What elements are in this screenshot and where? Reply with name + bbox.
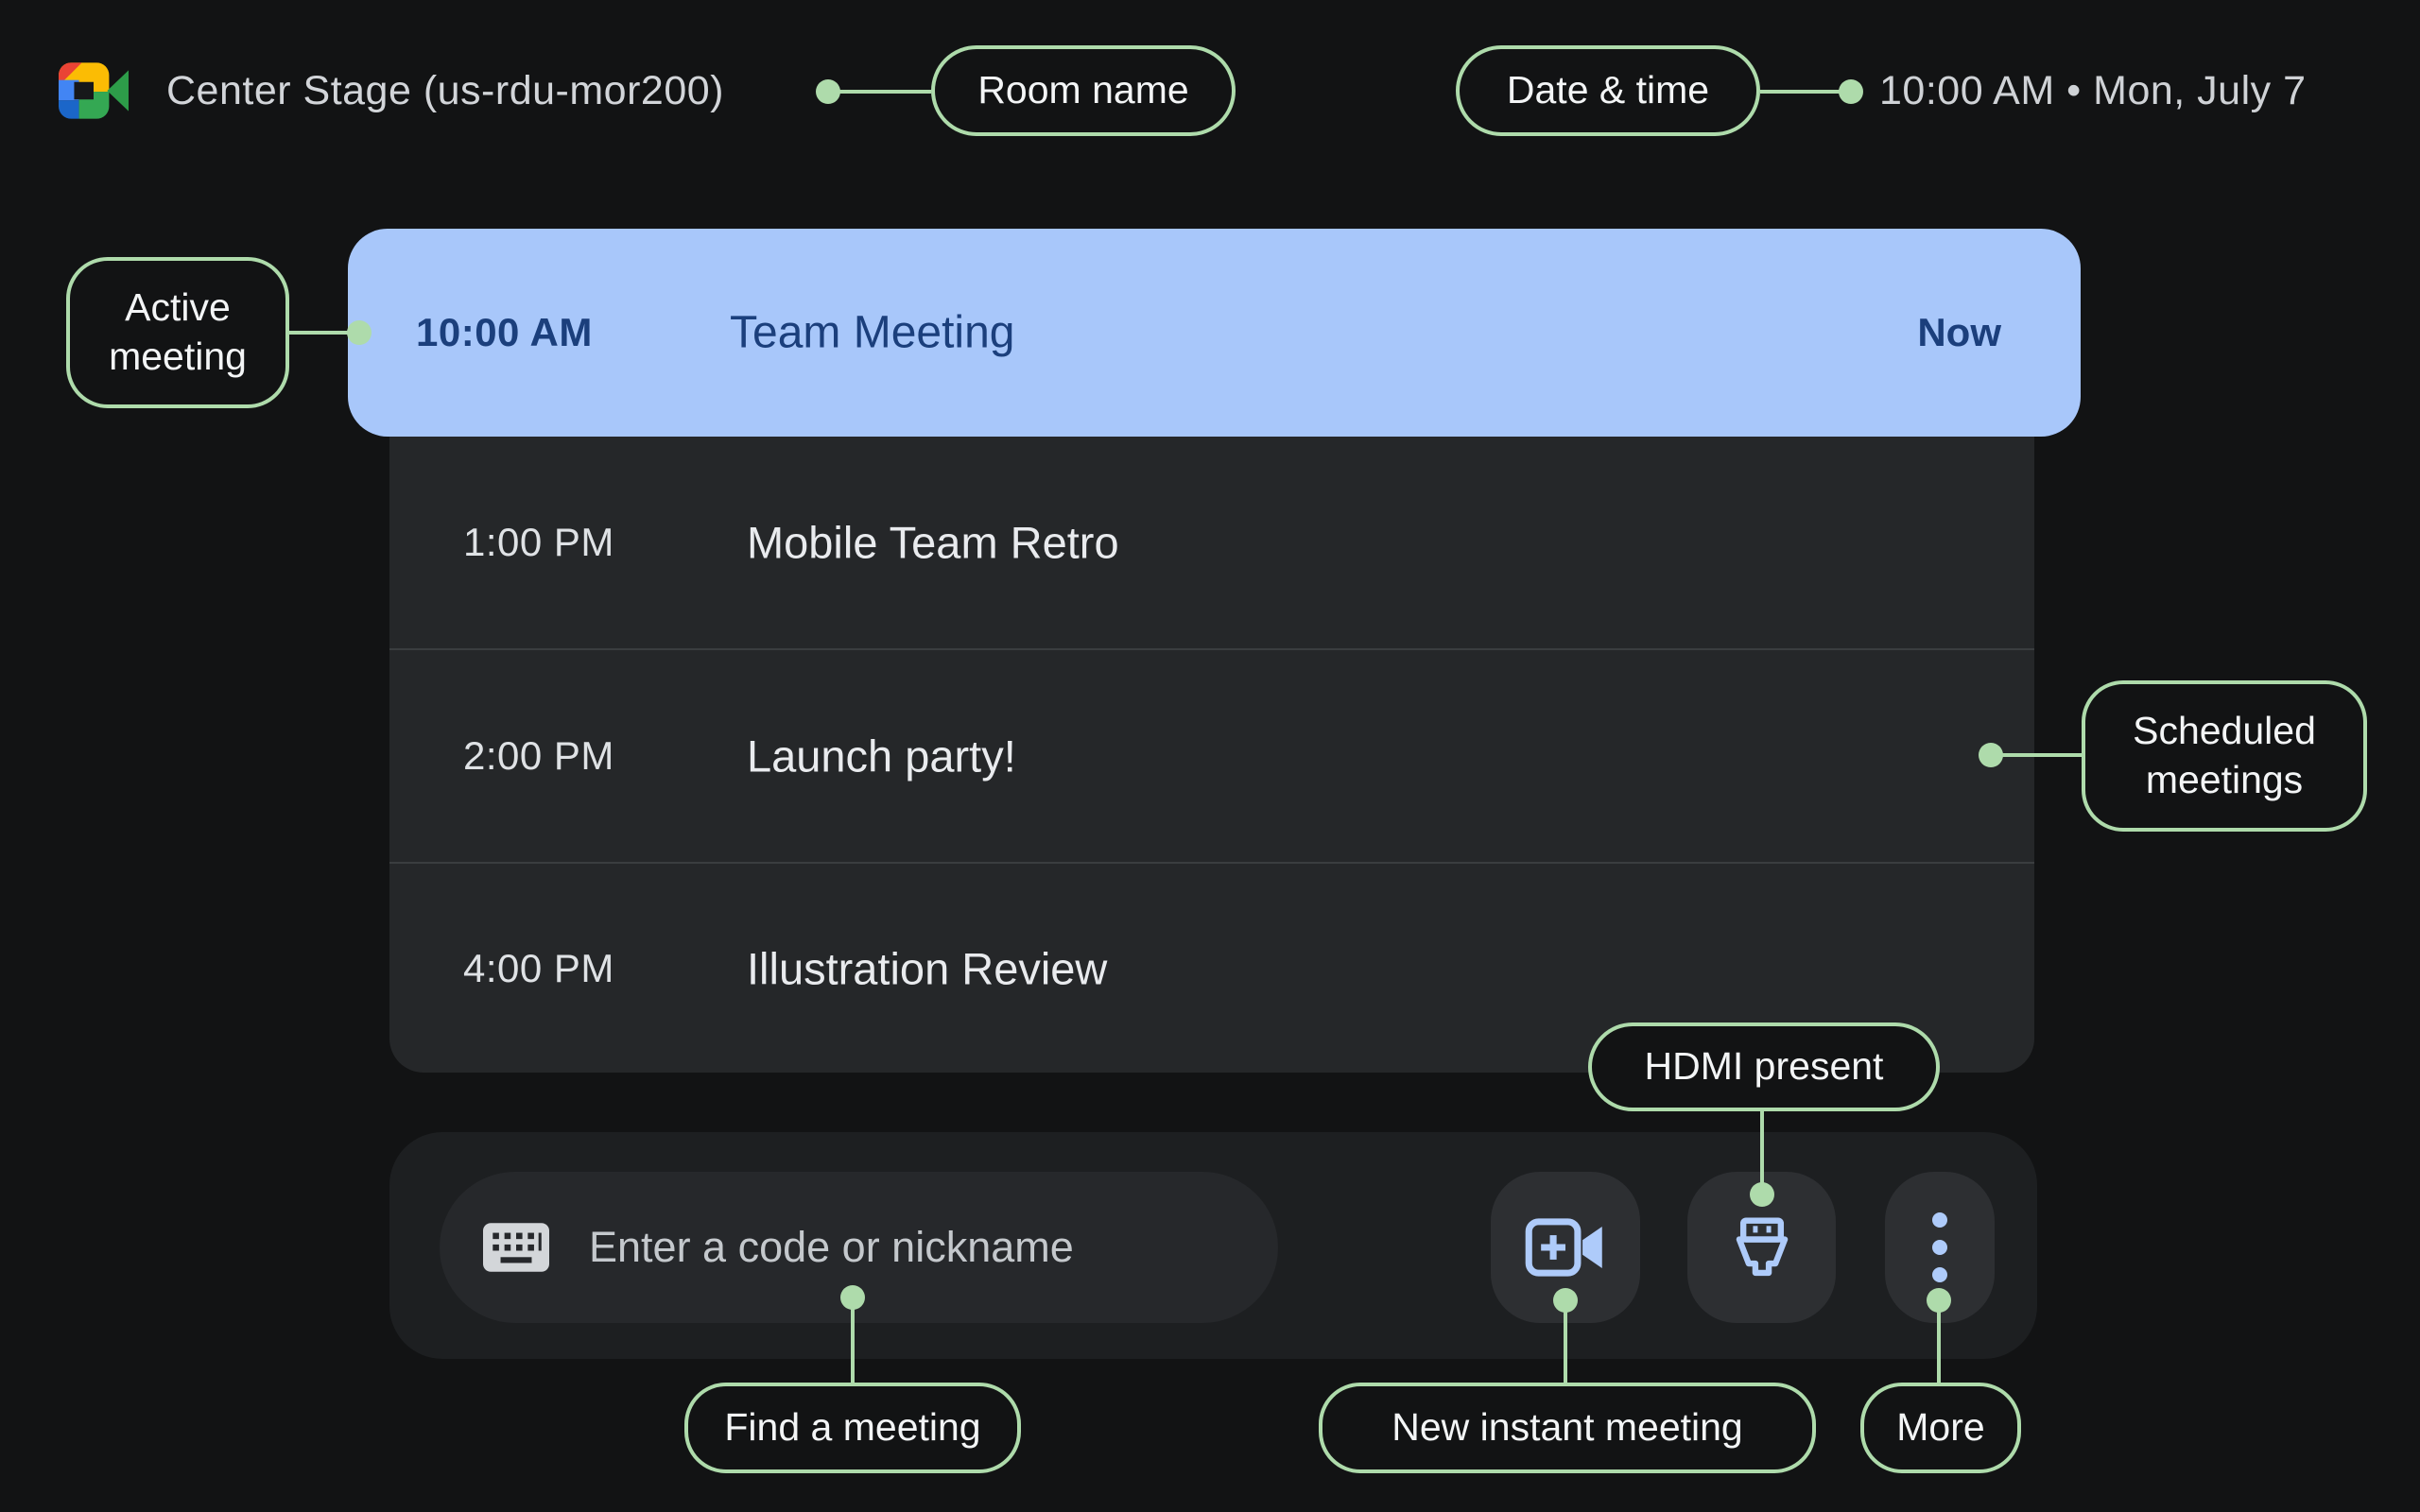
meeting-time: 4:00 PM — [463, 946, 614, 991]
annotation-scheduled-meetings: Scheduled meetings — [2082, 680, 2367, 832]
annotation-label: Date & time — [1507, 66, 1709, 115]
active-meeting-row[interactable]: 10:00 AM Team Meeting Now — [348, 229, 2081, 437]
annotation-label: New instant meeting — [1392, 1403, 1742, 1452]
annotation-dot-new-meeting — [1553, 1288, 1578, 1313]
annotation-more: More — [1860, 1383, 2021, 1473]
code-input-field[interactable] — [587, 1222, 1240, 1273]
annotation-room-name: Room name — [931, 45, 1236, 136]
active-meeting-time: 10:00 AM — [416, 310, 593, 355]
annotation-line-date-time — [1760, 90, 1841, 94]
hdmi-plug-icon — [1730, 1215, 1794, 1280]
bottom-action-bar — [389, 1132, 2037, 1359]
active-meeting-status: Now — [1917, 310, 2001, 355]
annotation-dot-more — [1927, 1288, 1951, 1313]
keyboard-icon — [483, 1223, 549, 1272]
meeting-time: 1:00 PM — [463, 520, 614, 565]
google-meet-logo — [59, 62, 129, 124]
annotation-date-time: Date & time — [1456, 45, 1760, 136]
annotation-label: Find a meeting — [724, 1403, 980, 1452]
annotation-line-more — [1937, 1308, 1941, 1383]
meeting-title: Mobile Team Retro — [747, 517, 1119, 569]
annotation-line-scheduled — [1996, 753, 2083, 757]
video-camera-plus-icon — [1525, 1218, 1606, 1277]
annotation-line-room-name — [828, 90, 931, 94]
annotation-line-hdmi — [1760, 1109, 1764, 1185]
annotation-dot-active-meeting — [347, 320, 372, 345]
meeting-time: 2:00 PM — [463, 733, 614, 779]
meeting-row[interactable]: 2:00 PM Launch party! — [389, 650, 2034, 862]
annotation-dot-scheduled — [1979, 743, 2003, 767]
meet-room-display: Center Stage (us-rdu-mor200) 10:00 AM • … — [0, 0, 2420, 1512]
vertical-dots-icon — [1932, 1212, 1947, 1282]
annotation-line-new-meeting — [1564, 1308, 1567, 1383]
meeting-title: Launch party! — [747, 730, 1016, 782]
annotation-find-a-meeting: Find a meeting — [684, 1383, 1021, 1473]
annotation-new-instant-meeting: New instant meeting — [1319, 1383, 1816, 1473]
annotation-label: HDMI present — [1645, 1042, 1884, 1091]
active-meeting-title: Team Meeting — [730, 307, 1014, 359]
annotation-label: Active meeting — [97, 284, 258, 381]
annotation-line-active-meeting — [287, 331, 348, 335]
annotation-dot-room-name — [816, 79, 840, 104]
date-time: 10:00 AM • Mon, July 7 — [1879, 68, 2307, 114]
meeting-row[interactable]: 1:00 PM Mobile Team Retro — [389, 437, 2034, 648]
scheduled-meetings-card: 1:00 PM Mobile Team Retro 2:00 PM Launch… — [389, 437, 2034, 1073]
annotation-active-meeting: Active meeting — [66, 257, 289, 408]
annotation-dot-date-time — [1839, 79, 1863, 104]
meeting-title: Illustration Review — [747, 942, 1107, 994]
room-name: Center Stage (us-rdu-mor200) — [166, 68, 724, 114]
annotation-label: More — [1896, 1403, 1984, 1452]
annotation-line-find-meeting — [851, 1306, 855, 1383]
annotation-dot-hdmi — [1750, 1182, 1774, 1207]
annotation-label: Room name — [977, 66, 1188, 115]
annotation-label: Scheduled meetings — [2120, 707, 2328, 804]
annotation-dot-find-meeting — [840, 1285, 865, 1310]
annotation-hdmi-present: HDMI present — [1588, 1022, 1940, 1111]
